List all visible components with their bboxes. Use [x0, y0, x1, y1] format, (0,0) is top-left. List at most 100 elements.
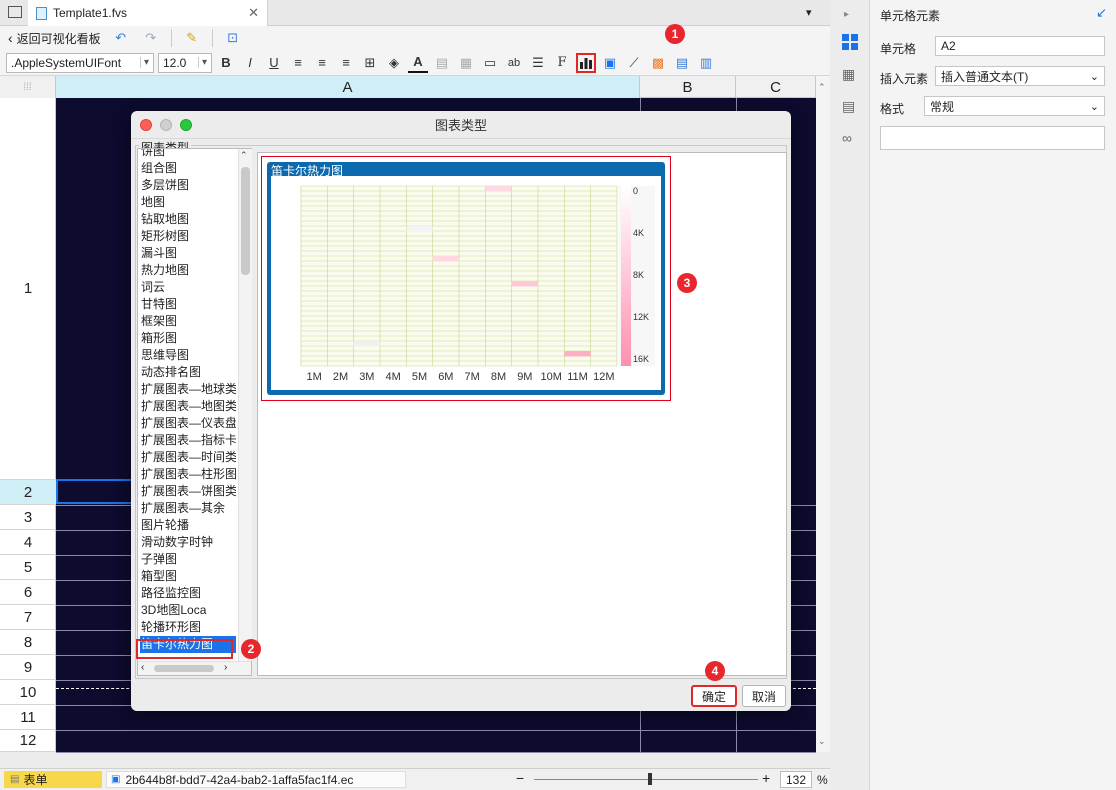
row-header[interactable]: 4	[0, 530, 56, 555]
scroll-up-icon[interactable]: ⌃	[240, 150, 248, 161]
chart-type-item[interactable]: 扩展图表—时间类	[140, 449, 236, 466]
slash-icon[interactable]: ⟋	[624, 53, 644, 73]
table-icon[interactable]: ▥	[696, 53, 716, 73]
row-header[interactable]: 8	[0, 630, 56, 655]
chart-type-item[interactable]: 扩展图表—指标卡	[140, 432, 236, 449]
chart-type-item[interactable]: 钻取地图	[140, 211, 236, 228]
close-window-button[interactable]	[140, 119, 152, 131]
tab-template1[interactable]: Template1.fvs ✕	[28, 0, 268, 26]
bold-icon[interactable]: B	[216, 53, 236, 73]
chart-type-item[interactable]: 框架图	[140, 313, 236, 330]
chart-type-item[interactable]: 箱型图	[140, 568, 236, 585]
border-icon[interactable]: ⊞	[360, 53, 380, 73]
chart-type-item[interactable]: 子弹图	[140, 551, 236, 568]
insert-picture-icon[interactable]: ▩	[648, 53, 668, 73]
chart-type-item[interactable]: 扩展图表—地图类	[140, 398, 236, 415]
fill-color-icon[interactable]: ◈	[384, 53, 404, 73]
row-header[interactable]: 6	[0, 580, 56, 605]
list-h-scrollbar[interactable]: ‹ ›	[138, 661, 251, 675]
font-color-icon[interactable]: A	[408, 53, 428, 73]
row-header[interactable]: 2	[0, 480, 56, 505]
chart-type-item[interactable]: 词云	[140, 279, 236, 296]
list-scroll-thumb[interactable]	[241, 167, 250, 275]
font-family-select[interactable]: .AppleSystemUIFont ▾	[6, 52, 154, 73]
split-icon[interactable]: ▦	[456, 53, 476, 73]
chart-type-item[interactable]: 扩展图表—饼图类	[140, 483, 236, 500]
chart-type-list[interactable]: 饼图 组合图 多层饼图 地图 钻取地图 矩形树图 漏斗图 热力地图 词云 甘特图 框架图 箱形图 思维导…	[137, 148, 252, 676]
chart-type-item[interactable]: 热力地图	[140, 262, 236, 279]
align-center-icon[interactable]: ≡	[312, 53, 332, 73]
minimize-window-button[interactable]	[160, 119, 172, 131]
align-right-icon[interactable]: ≡	[336, 53, 356, 73]
row-header[interactable]: 3	[0, 505, 56, 530]
ok-button[interactable]: 确定	[691, 685, 737, 707]
paragraph-icon[interactable]: ☰	[528, 53, 548, 73]
chart-type-item[interactable]: 轮播环形图	[140, 619, 236, 636]
cell-name-input[interactable]: A2	[935, 36, 1105, 56]
chart-type-item[interactable]: 地图	[140, 194, 236, 211]
cancel-button[interactable]: 取消	[742, 685, 786, 707]
vertical-scrollbar[interactable]: ⌃ ⌄	[816, 76, 830, 752]
condition-icon[interactable]: ▤	[842, 98, 855, 115]
chart-type-item[interactable]: 饼图	[140, 149, 236, 160]
align-left-icon[interactable]: ≡	[288, 53, 308, 73]
cell-content-input[interactable]	[880, 126, 1105, 150]
scroll-down-icon[interactable]: ⌄	[818, 736, 826, 747]
tab-menu-icon[interactable]: ▾	[806, 6, 812, 19]
insert-element-select[interactable]: 插入普通文本(T) ⌄	[935, 66, 1105, 86]
maximize-window-button[interactable]	[180, 119, 192, 131]
chart-type-item[interactable]: 图片轮播	[140, 517, 236, 534]
insert-chart-icon[interactable]	[576, 52, 596, 73]
chart-type-item[interactable]: 扩展图表—地球类	[140, 381, 236, 398]
zoom-in-icon[interactable]: +	[762, 770, 770, 786]
row-header[interactable]: 12	[0, 730, 56, 752]
redo-icon[interactable]: ↷	[141, 28, 161, 48]
back-chevron-icon[interactable]: ‹	[8, 30, 13, 46]
row-header[interactable]: 1	[0, 98, 56, 480]
expand-arrow-icon[interactable]: ▸	[844, 9, 849, 20]
chart-type-item[interactable]: 甘特图	[140, 296, 236, 313]
row-header[interactable]: 7	[0, 605, 56, 630]
chart-type-item[interactable]: 多层饼图	[140, 177, 236, 194]
zoom-out-icon[interactable]: −	[516, 770, 524, 786]
row-header[interactable]: 10	[0, 680, 56, 705]
italic-icon[interactable]: I	[240, 53, 260, 73]
chart-type-item[interactable]: 滑动数字时钟	[140, 534, 236, 551]
list-scrollbar[interactable]: ⌃ ⌄	[238, 149, 252, 661]
chart-option-cartesian-heatmap[interactable]: 笛卡尔热力图 1M 2M 3M 4M 5M 6M 7M 8M 9M 10M 11M 12M 0 4K 8K 1…	[267, 162, 665, 395]
close-icon[interactable]: ✕	[248, 5, 259, 21]
list-h-scroll-thumb[interactable]	[154, 665, 214, 672]
sub-report-icon[interactable]: ▤	[672, 53, 692, 73]
underline-icon[interactable]: U	[264, 53, 284, 73]
chart-type-item[interactable]: 动态排名图	[140, 364, 236, 381]
scroll-up-icon[interactable]: ⌃	[818, 82, 826, 93]
insert-image-icon[interactable]: ▣	[600, 53, 620, 73]
merge-icon[interactable]: ▤	[432, 53, 452, 73]
text-field-icon[interactable]: ▭	[480, 53, 500, 73]
zoom-slider-handle[interactable]	[648, 773, 652, 785]
column-header-b[interactable]: B	[640, 76, 736, 98]
cell-element-icon[interactable]	[842, 34, 858, 50]
column-header-a[interactable]: A	[56, 76, 640, 98]
scroll-right-icon[interactable]: ›	[224, 662, 227, 673]
window-icon[interactable]	[8, 6, 22, 18]
chart-type-item[interactable]: 漏斗图	[140, 245, 236, 262]
undo-icon[interactable]: ↶	[111, 28, 131, 48]
collapse-icon[interactable]: ↙	[1096, 5, 1107, 21]
zoom-input[interactable]: 132	[780, 771, 812, 788]
column-header-c[interactable]: C	[736, 76, 816, 98]
chart-type-item[interactable]: 箱形图	[140, 330, 236, 347]
chart-type-item[interactable]: 组合图	[140, 160, 236, 177]
sheet-tab[interactable]: ▤ 表单	[4, 771, 102, 788]
format-select[interactable]: 常规 ⌄	[924, 96, 1105, 116]
row-header[interactable]: 11	[0, 705, 56, 730]
chart-type-item[interactable]: 扩展图表—柱形图	[140, 466, 236, 483]
chart-type-item[interactable]: 扩展图表—仪表盘	[140, 415, 236, 432]
chart-type-item[interactable]: 扩展图表—其余	[140, 500, 236, 517]
chart-type-item[interactable]: 路径监控图	[140, 585, 236, 602]
row-header[interactable]: 5	[0, 555, 56, 580]
font-size-select[interactable]: 12.0 ▾	[158, 52, 212, 73]
file-id-tab[interactable]: ▣ 2b644b8f-bdd7-42a4-bab2-1affa5fac1f4.e…	[106, 771, 406, 788]
scroll-left-icon[interactable]: ‹	[141, 662, 144, 673]
chart-type-item[interactable]: 矩形树图	[140, 228, 236, 245]
